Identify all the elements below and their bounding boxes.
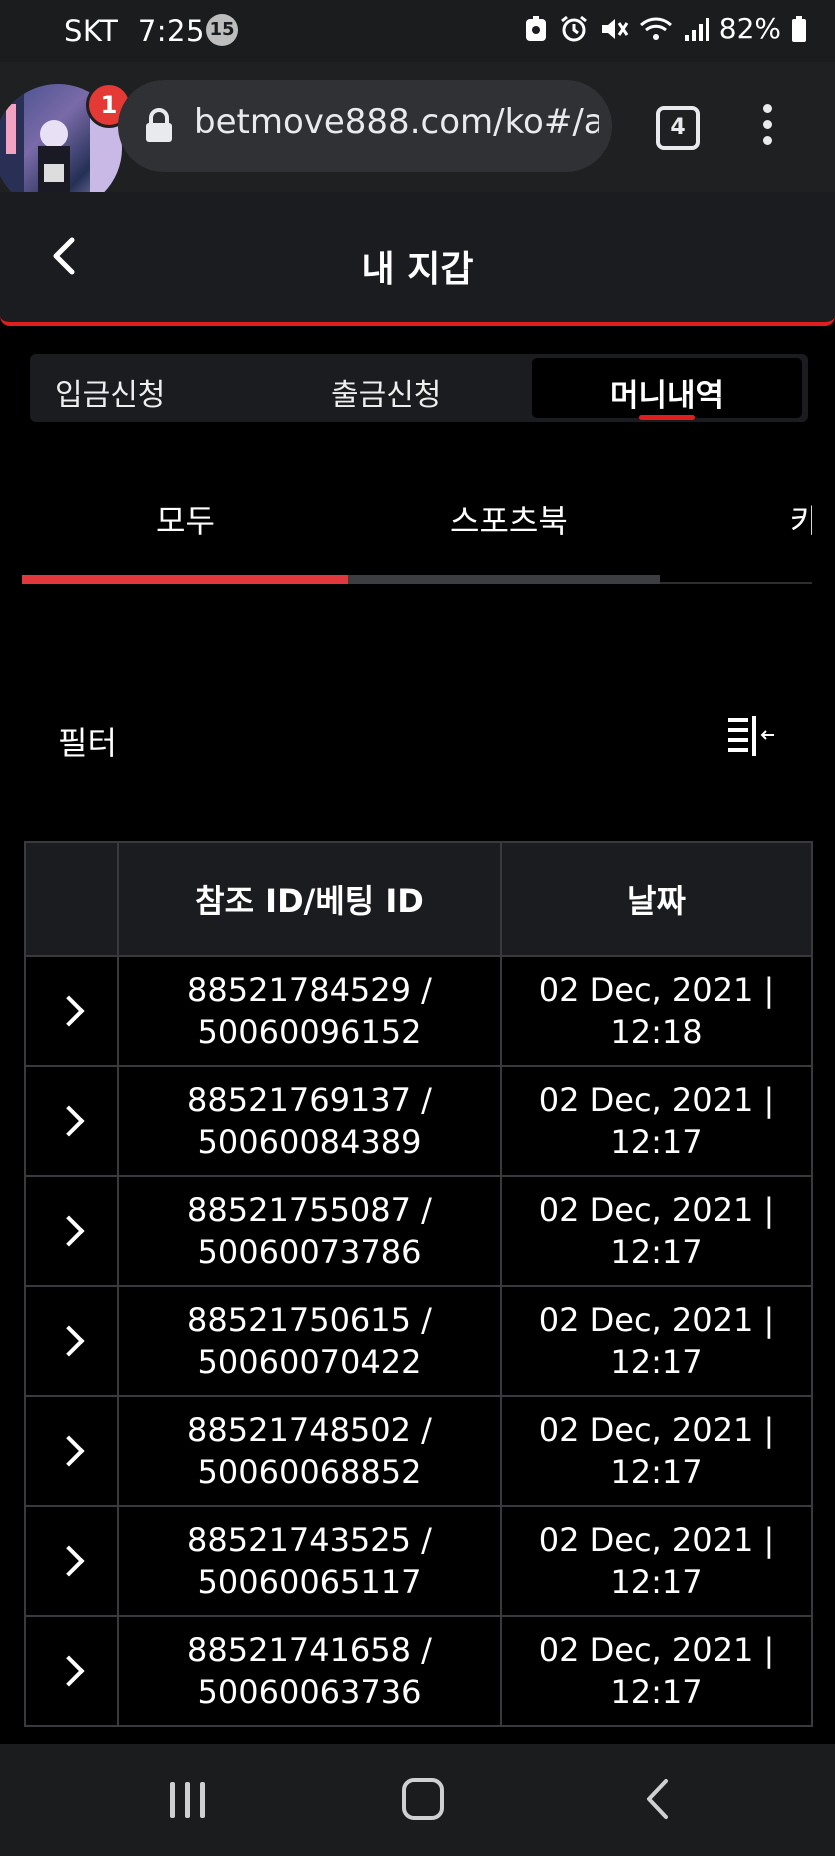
subtab-sportsbook[interactable]: 스포츠북: [450, 496, 568, 542]
chevron-right-icon[interactable]: [52, 1105, 85, 1137]
chevron-right-icon[interactable]: [52, 1655, 85, 1687]
kebab-menu-icon[interactable]: [760, 104, 776, 152]
url-text: betmove888.com/ko#/a: [194, 102, 599, 142]
nfc-icon: [525, 15, 546, 41]
id-cell: 88521769137 /50060084389: [117, 1065, 502, 1177]
status-bar: SKT 7:25 15 82%: [0, 0, 835, 62]
alarm-icon: [560, 15, 587, 41]
chevron-right-icon[interactable]: [52, 1545, 85, 1577]
id-cell: 88521741658 /50060063736: [117, 1615, 502, 1727]
table-row[interactable]: 88521741658 /50060063736 02 Dec, 2021 | 1…: [24, 1615, 813, 1727]
subtab-active-indicator: [22, 575, 348, 584]
date-cell: 02 Dec, 2021 | 12:17: [500, 1615, 813, 1727]
battery-percent: 82%: [718, 12, 781, 45]
table-row[interactable]: 88521743525 /50060065117 02 Dec, 2021 | 1…: [24, 1505, 813, 1617]
status-icons: 82%: [523, 12, 807, 45]
expand-cell[interactable]: [24, 1175, 119, 1287]
date-cell: 02 Dec, 2021 | 12:17: [500, 1175, 813, 1287]
tab-deposit-request[interactable]: 입금신청: [55, 370, 165, 414]
tab-switcher-button[interactable]: 4: [656, 106, 700, 150]
table-row[interactable]: 88521769137 /50060084389 02 Dec, 2021 | 1…: [24, 1065, 813, 1177]
date-cell: 02 Dec, 2021 | 12:17: [500, 1395, 813, 1507]
chevron-right-icon[interactable]: [52, 995, 85, 1027]
expand-cell[interactable]: [24, 1615, 119, 1727]
status-carrier-time: SKT 7:25: [64, 14, 205, 48]
chevron-right-icon[interactable]: [52, 1215, 85, 1247]
browser-toolbar: 1 betmove888.com/ko#/a 4: [0, 62, 835, 212]
expand-cell[interactable]: [24, 1505, 119, 1617]
expand-cell[interactable]: [24, 1065, 119, 1177]
header-date: 날짜: [500, 841, 813, 957]
table-row[interactable]: 88521755087 /50060073786 02 Dec, 2021 | 1…: [24, 1175, 813, 1287]
nav-recents-icon[interactable]: [170, 1782, 205, 1818]
date-cell: 02 Dec, 2021 | 12:17: [500, 1065, 813, 1177]
chevron-right-icon[interactable]: [52, 1435, 85, 1467]
date-cell: 02 Dec, 2021 | 12:17: [500, 1505, 813, 1617]
page-header: 내 지갑: [0, 192, 835, 326]
id-cell: 88521755087 /50060073786: [117, 1175, 502, 1287]
subtab-casino[interactable]: 카: [790, 496, 812, 542]
expand-cell[interactable]: [24, 1285, 119, 1397]
wallet-tabs: 입금신청 출금신청 머니내역: [30, 354, 808, 422]
nav-back-icon[interactable]: [644, 1778, 670, 1820]
system-nav-bar: [0, 1744, 835, 1856]
notification-count-badge: 15: [206, 14, 238, 46]
lock-icon: [146, 108, 172, 142]
subtab-all[interactable]: 모두: [156, 496, 215, 542]
tab-money-history-label: 머니내역: [609, 378, 725, 414]
date-cell: 02 Dec, 2021 | 12:18: [500, 955, 813, 1067]
mute-icon: [601, 18, 629, 39]
address-bar[interactable]: betmove888.com/ko#/a: [118, 80, 612, 172]
table-row[interactable]: 88521748502 /50060068852 02 Dec, 2021 | 1…: [24, 1395, 813, 1507]
table-row[interactable]: 88521750615 /50060070422 02 Dec, 2021 | 1…: [24, 1285, 813, 1397]
signal-icon: [684, 17, 709, 41]
nav-home-icon[interactable]: [402, 1778, 444, 1820]
chevron-right-icon[interactable]: [52, 1325, 85, 1357]
wifi-icon: [639, 17, 672, 40]
header-expand: [24, 841, 119, 957]
table-row[interactable]: 88521784529 /50060096152 02 Dec, 2021 | 1…: [24, 955, 813, 1067]
id-cell: 88521748502 /50060068852: [117, 1395, 502, 1507]
expand-cell[interactable]: [24, 955, 119, 1067]
id-cell: 88521750615 /50060070422: [117, 1285, 502, 1397]
active-tab-underline: [639, 415, 695, 420]
filter-icon[interactable]: [726, 714, 778, 758]
header-ref-bet-id: 참조 ID/베팅 ID: [117, 841, 502, 957]
page-title: 내 지갑: [361, 249, 474, 290]
id-cell: 88521743525 /50060065117: [117, 1505, 502, 1617]
id-cell: 88521784529 /50060096152: [117, 955, 502, 1067]
date-cell: 02 Dec, 2021 | 12:17: [500, 1285, 813, 1397]
filter-label: 필터: [58, 724, 117, 762]
money-history-table: 참조 ID/베팅 ID 날짜 88521784529 /50060096152 …: [24, 841, 813, 1727]
table-header-row: 참조 ID/베팅 ID 날짜: [24, 841, 813, 957]
tab-money-history[interactable]: 머니내역: [532, 358, 802, 420]
expand-cell[interactable]: [24, 1395, 119, 1507]
battery-icon: [792, 15, 806, 42]
tab-withdraw-request[interactable]: 출금신청: [331, 370, 441, 414]
